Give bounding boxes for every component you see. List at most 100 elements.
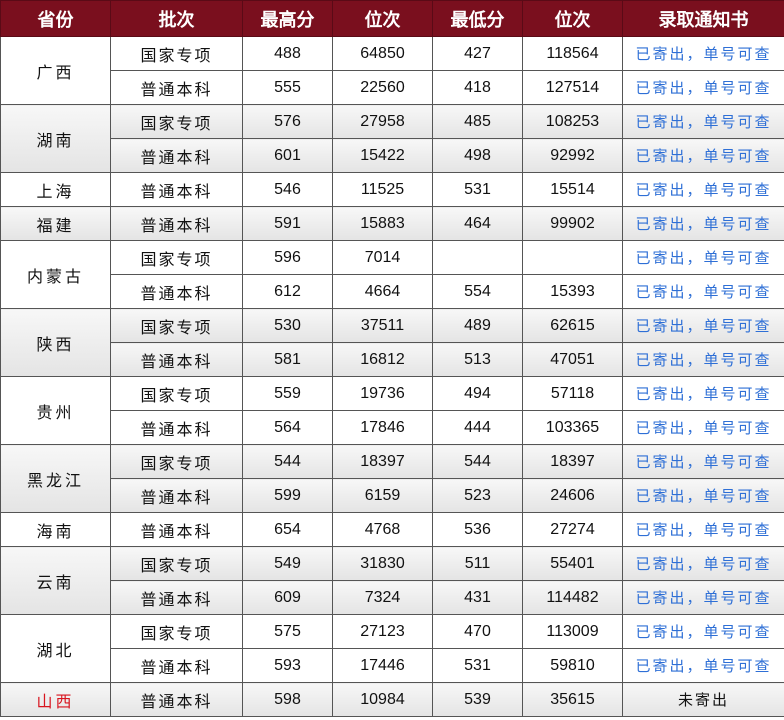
min-score-cell: 536 (432, 512, 523, 547)
min-rank-cell: 15514 (522, 172, 623, 207)
max-score-cell: 654 (242, 512, 333, 547)
table-row: 普通本科 555 22560 418 127514 已寄出，单号可查 (1, 70, 784, 105)
header-batch: 批次 (110, 0, 243, 37)
notice-cell: 已寄出，单号可查 (622, 172, 784, 207)
min-score-cell (432, 240, 523, 275)
min-rank-cell: 118564 (522, 36, 623, 71)
batch-cell: 国家专项 (110, 36, 243, 71)
max-score-cell: 549 (242, 546, 333, 581)
min-rank-cell (522, 240, 623, 275)
max-rank-cell: 27958 (332, 104, 433, 139)
batch-cell: 普通本科 (110, 138, 243, 173)
notice-cell: 已寄出，单号可查 (622, 546, 784, 581)
province-cell: 上海 (0, 172, 111, 207)
min-rank-cell: 113009 (522, 614, 623, 649)
province-cell: 海南 (0, 512, 111, 547)
province-cell: 陕西 (0, 308, 111, 377)
notice-cell: 已寄出，单号可查 (622, 376, 784, 411)
table-row: 湖北 国家专项 575 27123 470 113009 已寄出，单号可查 (0, 614, 784, 683)
table-row: 福建 普通本科 591 15883 464 99902 已寄出，单号可查 (0, 206, 784, 241)
notice-cell: 已寄出，单号可查 (622, 206, 784, 241)
min-score-cell: 544 (432, 444, 523, 479)
province-cell: 贵州 (0, 376, 111, 445)
header-notice: 录取通知书 (622, 0, 784, 37)
min-rank-cell: 15393 (522, 274, 623, 309)
max-rank-cell: 10984 (332, 682, 433, 717)
province-cell: 湖南 (0, 104, 111, 173)
notice-cell: 已寄出，单号可查 (622, 70, 784, 105)
min-rank-cell: 99902 (522, 206, 623, 241)
province-cell: 湖北 (0, 614, 111, 683)
province-cell: 广西 (0, 36, 111, 105)
table-row: 普通本科 609 7324 431 114482 已寄出，单号可查 (1, 580, 784, 615)
max-rank-cell: 37511 (332, 308, 433, 343)
batch-cell: 普通本科 (110, 682, 243, 717)
table-row: 广西 国家专项 488 64850 427 118564 已寄出，单号可查 (0, 36, 784, 105)
min-rank-cell: 108253 (522, 104, 623, 139)
max-rank-cell: 27123 (332, 614, 433, 649)
max-score-cell: 596 (242, 240, 333, 275)
province-cell: 内蒙古 (0, 240, 111, 309)
max-score-cell: 546 (242, 172, 333, 207)
max-score-cell: 544 (242, 444, 333, 479)
min-rank-cell: 92992 (522, 138, 623, 173)
notice-cell: 已寄出，单号可查 (622, 240, 784, 275)
min-score-cell: 539 (432, 682, 523, 717)
table-row: 普通本科 612 4664 554 15393 已寄出，单号可查 (1, 274, 784, 309)
province-cell: 福建 (0, 206, 111, 241)
min-rank-cell: 18397 (522, 444, 623, 479)
min-score-cell: 531 (432, 172, 523, 207)
max-rank-cell: 19736 (332, 376, 433, 411)
batch-cell: 普通本科 (110, 410, 243, 445)
batch-cell: 国家专项 (110, 376, 243, 411)
batch-cell: 国家专项 (110, 444, 243, 479)
min-rank-cell: 103365 (522, 410, 623, 445)
min-score-cell: 498 (432, 138, 523, 173)
max-score-cell: 530 (242, 308, 333, 343)
notice-cell: 已寄出，单号可查 (622, 138, 784, 173)
min-rank-cell: 114482 (522, 580, 623, 615)
min-score-cell: 489 (432, 308, 523, 343)
max-rank-cell: 6159 (332, 478, 433, 513)
max-rank-cell: 7324 (332, 580, 433, 615)
notice-cell: 已寄出，单号可查 (622, 614, 784, 649)
batch-cell: 国家专项 (110, 104, 243, 139)
max-score-cell: 576 (242, 104, 333, 139)
max-rank-cell: 16812 (332, 342, 433, 377)
max-score-cell: 581 (242, 342, 333, 377)
max-score-cell: 609 (242, 580, 333, 615)
batch-cell: 普通本科 (110, 342, 243, 377)
max-score-cell: 575 (242, 614, 333, 649)
notice-cell: 已寄出，单号可查 (622, 274, 784, 309)
table-row: 山西 普通本科 598 10984 539 35615 未寄出 (0, 682, 784, 717)
max-rank-cell: 17446 (332, 648, 433, 683)
max-score-cell: 612 (242, 274, 333, 309)
batch-cell: 普通本科 (110, 512, 243, 547)
table-row: 普通本科 564 17846 444 103365 已寄出，单号可查 (1, 410, 784, 445)
batch-cell: 普通本科 (110, 206, 243, 241)
province-cell: 山西 (0, 682, 111, 717)
max-rank-cell: 64850 (332, 36, 433, 71)
notice-cell: 已寄出，单号可查 (622, 342, 784, 377)
max-score-cell: 601 (242, 138, 333, 173)
min-rank-cell: 55401 (522, 546, 623, 581)
min-score-cell: 464 (432, 206, 523, 241)
max-score-cell: 555 (242, 70, 333, 105)
max-score-cell: 599 (242, 478, 333, 513)
min-score-cell: 523 (432, 478, 523, 513)
max-score-cell: 591 (242, 206, 333, 241)
table-row: 云南 国家专项 549 31830 511 55401 已寄出，单号可查 (0, 546, 784, 615)
table-row: 普通本科 581 16812 513 47051 已寄出，单号可查 (1, 342, 784, 377)
max-rank-cell: 18397 (332, 444, 433, 479)
notice-cell: 已寄出，单号可查 (622, 512, 784, 547)
max-rank-cell: 15422 (332, 138, 433, 173)
notice-cell: 已寄出，单号可查 (622, 478, 784, 513)
notice-cell: 已寄出，单号可查 (622, 104, 784, 139)
min-score-cell: 513 (432, 342, 523, 377)
header-max-rank: 位次 (332, 0, 433, 37)
table-row: 湖南 国家专项 576 27958 485 108253 已寄出，单号可查 (0, 104, 784, 173)
min-score-cell: 418 (432, 70, 523, 105)
max-score-cell: 593 (242, 648, 333, 683)
notice-cell: 已寄出，单号可查 (622, 410, 784, 445)
min-score-cell: 554 (432, 274, 523, 309)
